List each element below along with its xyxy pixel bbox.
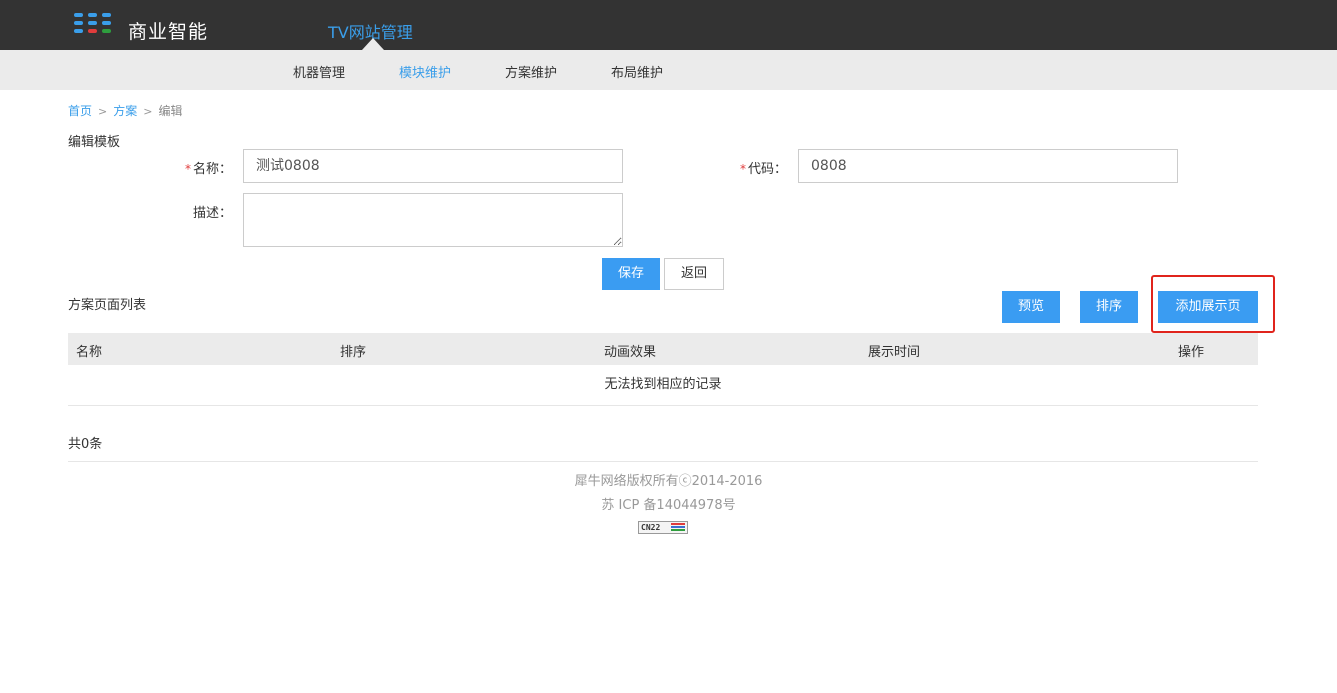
column-header-animation[interactable]: 动画效果 — [604, 341, 656, 360]
back-button[interactable]: 返回 — [664, 258, 724, 290]
code-label: * 代码： — [739, 162, 787, 177]
description-label: 描述： — [192, 206, 232, 221]
nav-item-module-maintenance[interactable]: 模块维护 — [399, 62, 451, 81]
name-input[interactable]: 测试0808 — [243, 149, 623, 183]
save-button[interactable]: 保存 — [602, 258, 660, 290]
column-header-name[interactable]: 名称 — [76, 341, 102, 360]
required-mark: * — [184, 162, 191, 176]
breadcrumb-scheme-link[interactable]: 方案 — [113, 104, 137, 118]
cnzz-badge-text: CN22 — [641, 523, 661, 532]
breadcrumb-home-link[interactable]: 首页 — [68, 104, 92, 118]
description-textarea[interactable] — [243, 193, 623, 247]
code-input[interactable]: 0808 — [798, 149, 1178, 183]
nav-item-layout-maintenance[interactable]: 布局维护 — [611, 62, 663, 81]
divider — [68, 461, 1258, 462]
required-mark: * — [739, 162, 746, 176]
breadcrumb: 首页 > 方案 > 编辑 — [68, 102, 182, 119]
scheme-pages-title: 方案页面列表 — [68, 298, 147, 313]
breadcrumb-separator: > — [143, 105, 153, 118]
active-caret-icon — [362, 38, 384, 50]
column-header-sort[interactable]: 排序 — [340, 341, 366, 360]
preview-button[interactable]: 预览 — [1002, 291, 1060, 323]
column-header-actions: 操作 — [1178, 345, 1205, 360]
edit-template-title: 编辑模板 — [68, 135, 121, 150]
name-label: * 名称： — [184, 162, 232, 177]
top-bar: 商业智能 TV网站管理 — [0, 0, 1337, 50]
nav-item-machine-management[interactable]: 机器管理 — [293, 62, 345, 81]
logo-icon — [74, 13, 114, 35]
footer-icp[interactable]: 苏 ICP 备14044978号 — [0, 494, 1337, 513]
footer-copyright: 犀牛网络版权所有ⓒ2014-2016 — [574, 474, 763, 489]
column-header-display-time[interactable]: 展示时间 — [868, 341, 920, 360]
sort-button[interactable]: 排序 — [1080, 291, 1138, 323]
record-count: 共0条 — [68, 437, 103, 452]
empty-table-message: 无法找到相应的记录 — [68, 365, 1258, 406]
breadcrumb-current: 编辑 — [158, 104, 183, 118]
table-header: 名称 排序 动画效果 展示时间 操作 — [68, 333, 1258, 365]
sub-navigation: 机器管理 模块维护 方案维护 布局维护 — [0, 50, 1337, 90]
cnzz-stats-badge[interactable]: CN22 — [638, 521, 688, 534]
highlight-annotation — [1151, 275, 1275, 333]
breadcrumb-separator: > — [98, 105, 108, 118]
brand-name: 商业智能 — [128, 21, 209, 43]
nav-item-scheme-maintenance[interactable]: 方案维护 — [505, 62, 557, 81]
